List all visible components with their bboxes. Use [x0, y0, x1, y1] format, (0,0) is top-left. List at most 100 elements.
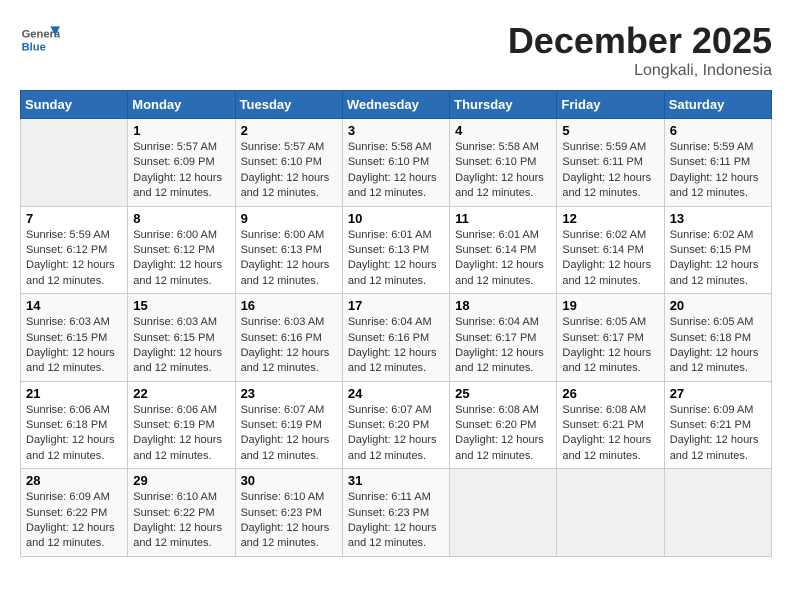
day-info: Sunrise: 6:02 AM Sunset: 6:15 PM Dayligh… [670, 228, 766, 290]
day-info: Sunrise: 5:59 AM Sunset: 6:11 PM Dayligh… [562, 140, 658, 202]
calendar-cell: 27Sunrise: 6:09 AM Sunset: 6:21 PM Dayli… [664, 381, 771, 469]
day-number: 18 [455, 298, 551, 313]
day-number: 4 [455, 123, 551, 138]
day-info: Sunrise: 6:03 AM Sunset: 6:15 PM Dayligh… [133, 315, 229, 377]
day-number: 6 [670, 123, 766, 138]
day-number: 13 [670, 211, 766, 226]
day-info: Sunrise: 6:02 AM Sunset: 6:14 PM Dayligh… [562, 228, 658, 290]
calendar-cell: 10 Sunrise: 6:01 AM Sunset: 6:13 PM Dayli… [342, 206, 449, 294]
day-number: 2 [241, 123, 337, 138]
day-info: Sunrise: 6:01 AM Sunset: 6:13 PM Dayligh… [348, 228, 444, 290]
calendar-cell [664, 469, 771, 557]
day-info: Sunrise: 6:03 AM Sunset: 6:16 PM Dayligh… [241, 315, 337, 377]
location: Longkali, Indonesia [508, 62, 772, 80]
day-number: 14 [26, 298, 122, 313]
day-number: 21 [26, 386, 122, 401]
day-info: Sunrise: 5:58 AM Sunset: 6:10 PM Dayligh… [455, 140, 551, 202]
day-info: Sunrise: 6:00 AM Sunset: 6:12 PM Dayligh… [133, 228, 229, 290]
day-info: Sunrise: 6:11 AM Sunset: 6:23 PM Dayligh… [348, 490, 444, 552]
day-info: Sunrise: 5:59 AM Sunset: 6:12 PM Dayligh… [26, 228, 122, 290]
day-info: Sunrise: 5:57 AM Sunset: 6:09 PM Dayligh… [133, 140, 229, 202]
calendar-cell: 31 Sunrise: 6:11 AM Sunset: 6:23 PM Dayli… [342, 469, 449, 557]
day-number: 23 [241, 386, 337, 401]
calendar-cell [557, 469, 664, 557]
day-info: Sunrise: 6:00 AM Sunset: 6:13 PM Dayligh… [241, 228, 337, 290]
day-info: Sunrise: 6:10 AM Sunset: 6:22 PM Dayligh… [133, 490, 229, 552]
col-header-tuesday: Tuesday [235, 91, 342, 119]
logo: General Blue [20, 20, 64, 60]
day-info: Sunrise: 5:57 AM Sunset: 6:10 PM Dayligh… [241, 140, 337, 202]
calendar-cell: 21 Sunrise: 6:06 AM Sunset: 6:18 PM Dayli… [21, 381, 128, 469]
calendar-cell: 17 Sunrise: 6:04 AM Sunset: 6:16 PM Dayli… [342, 294, 449, 382]
col-header-monday: Monday [128, 91, 235, 119]
day-number: 9 [241, 211, 337, 226]
col-header-friday: Friday [557, 91, 664, 119]
day-number: 24 [348, 386, 444, 401]
calendar-cell: 23 Sunrise: 6:07 AM Sunset: 6:19 PM Dayli… [235, 381, 342, 469]
calendar-cell: 11 Sunrise: 6:01 AM Sunset: 6:14 PM Dayli… [450, 206, 557, 294]
calendar-cell: 12 Sunrise: 6:02 AM Sunset: 6:14 PM Dayli… [557, 206, 664, 294]
month-title: December 2025 [508, 20, 772, 62]
day-info: Sunrise: 6:07 AM Sunset: 6:19 PM Dayligh… [241, 403, 337, 465]
day-info: Sunrise: 6:03 AM Sunset: 6:15 PM Dayligh… [26, 315, 122, 377]
week-row-5: 28Sunrise: 6:09 AM Sunset: 6:22 PM Dayli… [21, 469, 772, 557]
day-number: 19 [562, 298, 658, 313]
calendar-cell: 20 Sunrise: 6:05 AM Sunset: 6:18 PM Dayli… [664, 294, 771, 382]
day-number: 7 [26, 211, 122, 226]
calendar-cell: 29 Sunrise: 6:10 AM Sunset: 6:22 PM Dayli… [128, 469, 235, 557]
calendar-cell: 2 Sunrise: 5:57 AM Sunset: 6:10 PM Daylig… [235, 119, 342, 207]
calendar-cell: 7 Sunrise: 5:59 AM Sunset: 6:12 PM Daylig… [21, 206, 128, 294]
day-info: Sunrise: 6:08 AM Sunset: 6:20 PM Dayligh… [455, 403, 551, 465]
day-number: 15 [133, 298, 229, 313]
week-row-4: 21 Sunrise: 6:06 AM Sunset: 6:18 PM Dayli… [21, 381, 772, 469]
calendar-cell: 24Sunrise: 6:07 AM Sunset: 6:20 PM Dayli… [342, 381, 449, 469]
day-number: 17 [348, 298, 444, 313]
calendar-cell: 8 Sunrise: 6:00 AM Sunset: 6:12 PM Daylig… [128, 206, 235, 294]
day-number: 25 [455, 386, 551, 401]
calendar-cell: 19 Sunrise: 6:05 AM Sunset: 6:17 PM Dayli… [557, 294, 664, 382]
day-info: Sunrise: 6:09 AM Sunset: 6:22 PM Dayligh… [26, 490, 122, 552]
day-number: 31 [348, 473, 444, 488]
calendar-cell: 22Sunrise: 6:06 AM Sunset: 6:19 PM Dayli… [128, 381, 235, 469]
day-number: 12 [562, 211, 658, 226]
day-number: 29 [133, 473, 229, 488]
day-number: 1 [133, 123, 229, 138]
logo-icon: General Blue [20, 20, 60, 60]
col-header-sunday: Sunday [21, 91, 128, 119]
day-number: 11 [455, 211, 551, 226]
week-row-3: 14 Sunrise: 6:03 AM Sunset: 6:15 PM Dayli… [21, 294, 772, 382]
calendar-cell: 13 Sunrise: 6:02 AM Sunset: 6:15 PM Dayli… [664, 206, 771, 294]
day-number: 20 [670, 298, 766, 313]
day-info: Sunrise: 5:58 AM Sunset: 6:10 PM Dayligh… [348, 140, 444, 202]
day-number: 3 [348, 123, 444, 138]
col-header-saturday: Saturday [664, 91, 771, 119]
day-info: Sunrise: 6:01 AM Sunset: 6:14 PM Dayligh… [455, 228, 551, 290]
day-number: 16 [241, 298, 337, 313]
day-info: Sunrise: 6:05 AM Sunset: 6:17 PM Dayligh… [562, 315, 658, 377]
calendar-cell [450, 469, 557, 557]
calendar-cell: 16 Sunrise: 6:03 AM Sunset: 6:16 PM Dayli… [235, 294, 342, 382]
calendar-cell: 1 Sunrise: 5:57 AM Sunset: 6:09 PM Daylig… [128, 119, 235, 207]
day-number: 8 [133, 211, 229, 226]
calendar-cell: 14 Sunrise: 6:03 AM Sunset: 6:15 PM Dayli… [21, 294, 128, 382]
day-number: 26 [562, 386, 658, 401]
calendar-cell: 18 Sunrise: 6:04 AM Sunset: 6:17 PM Dayli… [450, 294, 557, 382]
header: General Blue December 2025 Longkali, Ind… [20, 20, 772, 80]
day-info: Sunrise: 6:04 AM Sunset: 6:16 PM Dayligh… [348, 315, 444, 377]
day-info: Sunrise: 6:06 AM Sunset: 6:18 PM Dayligh… [26, 403, 122, 465]
day-number: 10 [348, 211, 444, 226]
week-row-2: 7 Sunrise: 5:59 AM Sunset: 6:12 PM Daylig… [21, 206, 772, 294]
calendar-table: SundayMondayTuesdayWednesdayThursdayFrid… [20, 90, 772, 557]
col-header-thursday: Thursday [450, 91, 557, 119]
header-row: SundayMondayTuesdayWednesdayThursdayFrid… [21, 91, 772, 119]
calendar-cell: 6Sunrise: 5:59 AM Sunset: 6:11 PM Daylig… [664, 119, 771, 207]
calendar-cell: 4 Sunrise: 5:58 AM Sunset: 6:10 PM Daylig… [450, 119, 557, 207]
day-number: 22 [133, 386, 229, 401]
calendar-cell [21, 119, 128, 207]
calendar-cell: 9 Sunrise: 6:00 AM Sunset: 6:13 PM Daylig… [235, 206, 342, 294]
calendar-cell: 28Sunrise: 6:09 AM Sunset: 6:22 PM Dayli… [21, 469, 128, 557]
calendar-cell: 26Sunrise: 6:08 AM Sunset: 6:21 PM Dayli… [557, 381, 664, 469]
day-info: Sunrise: 6:04 AM Sunset: 6:17 PM Dayligh… [455, 315, 551, 377]
week-row-1: 1 Sunrise: 5:57 AM Sunset: 6:09 PM Daylig… [21, 119, 772, 207]
day-info: Sunrise: 6:05 AM Sunset: 6:18 PM Dayligh… [670, 315, 766, 377]
